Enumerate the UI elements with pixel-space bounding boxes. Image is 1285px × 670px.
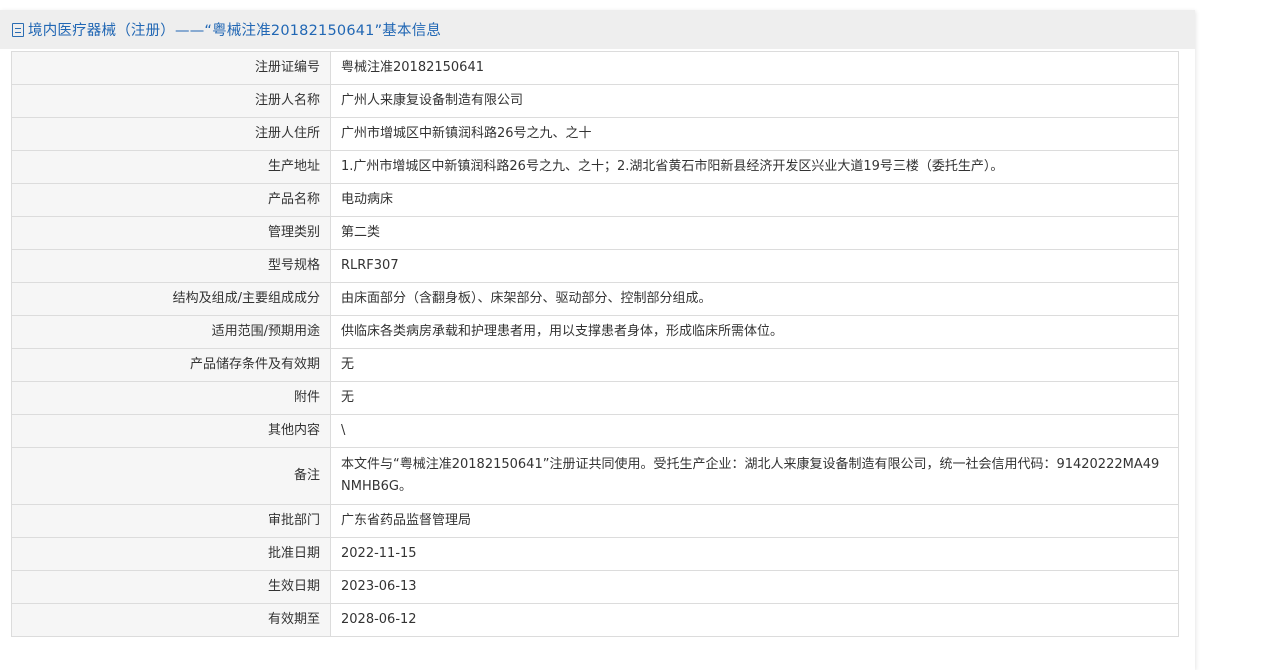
table-row: 备注 本文件与“粤械注准20182150641”注册证共同使用。受托生产企业：湖北… (11, 447, 1179, 505)
table-row: 产品储存条件及有效期无 (11, 348, 1179, 382)
document-icon (12, 22, 24, 37)
row-value: 广州人来康复设备制造有限公司 (330, 84, 1179, 118)
row-value: \ (330, 414, 1179, 448)
row-value: 粤械注准20182150641 (330, 51, 1179, 85)
row-value: 广州市增城区中新镇润科路26号之九、之十 (330, 117, 1179, 151)
table-row: 注册证编号 粤械注准20182150641 (11, 51, 1179, 85)
row-label: 生效日期 (11, 570, 331, 604)
table-row: 批准日期 2022-11-15 (11, 537, 1179, 571)
table-row: 产品名称 电动病床 (11, 183, 1179, 217)
row-value: 电动病床 (330, 183, 1179, 217)
row-label: 型号规格 (11, 249, 331, 283)
row-label: 审批部门 (11, 504, 331, 538)
row-label: 有效期至 (11, 603, 331, 637)
panel-header: 境内医疗器械（注册）——“粤械注准20182150641”基本信息 (0, 10, 1195, 49)
row-value: 供临床各类病房承载和护理患者用，用以支撑患者身体，形成临床所需体位。 (330, 315, 1179, 349)
row-value: 2023-06-13 (330, 570, 1179, 604)
row-label: 其他内容 (11, 414, 331, 448)
page-title: 境内医疗器械（注册）——“粤械注准20182150641”基本信息 (28, 23, 442, 39)
row-value: 第二类 (330, 216, 1179, 250)
table-row: 其他内容 \ (11, 414, 1179, 448)
table-row: 适用范围/预期用途 供临床各类病房承载和护理患者用，用以支撑患者身体，形成临床所需… (11, 315, 1179, 349)
table-row: 生产地址 1.广州市增城区中新镇润科路26号之九、之十；2.湖北省黄石市阳新县经济… (11, 150, 1179, 184)
row-label: 注册人住所 (11, 117, 331, 151)
table-row: 型号规格 RLRF307 (11, 249, 1179, 283)
row-label: 附件 (11, 381, 331, 415)
table-row: 生效日期 2023-06-13 (11, 570, 1179, 604)
table-row: 管理类别 第二类 (11, 216, 1179, 250)
row-value: RLRF307 (330, 249, 1179, 283)
table-row: 结构及组成/主要组成成分 由床面部分（含翻身板）、床架部分、驱动部分、控制部分组成… (11, 282, 1179, 316)
row-label: 管理类别 (11, 216, 331, 250)
row-value: 2028-06-12 (330, 603, 1179, 637)
row-label: 结构及组成/主要组成成分 (11, 282, 331, 316)
row-label: 备注 (11, 447, 331, 505)
row-value: 本文件与“粤械注准20182150641”注册证共同使用。受托生产企业：湖北人来… (330, 447, 1179, 505)
table-row: 审批部门 广东省药品监督管理局 (11, 504, 1179, 538)
info-table: 注册证编号 粤械注准20182150641 注册人名称 广州人来康复设备制造有限公司… (11, 51, 1179, 637)
table-row: 注册人住所 广州市增城区中新镇润科路26号之九、之十 (11, 117, 1179, 151)
row-label: 注册证编号 (11, 51, 331, 85)
row-value: 无 (330, 348, 1179, 382)
row-value: 由床面部分（含翻身板）、床架部分、驱动部分、控制部分组成。 (330, 282, 1179, 316)
row-label: 生产地址 (11, 150, 331, 184)
row-label: 产品储存条件及有效期 (11, 348, 331, 382)
table-row: 注册人名称 广州人来康复设备制造有限公司 (11, 84, 1179, 118)
row-value: 1.广州市增城区中新镇润科路26号之九、之十；2.湖北省黄石市阳新县经济开发区兴… (330, 150, 1179, 184)
row-value: 广东省药品监督管理局 (330, 504, 1179, 538)
row-value: 无 (330, 381, 1179, 415)
table-row: 有效期至 2028-06-12 (11, 603, 1179, 637)
row-value: 2022-11-15 (330, 537, 1179, 571)
table-row: 附件无 (11, 381, 1179, 415)
row-label: 批准日期 (11, 537, 331, 571)
row-label: 产品名称 (11, 183, 331, 217)
row-label: 注册人名称 (11, 84, 331, 118)
row-label: 适用范围/预期用途 (11, 315, 331, 349)
